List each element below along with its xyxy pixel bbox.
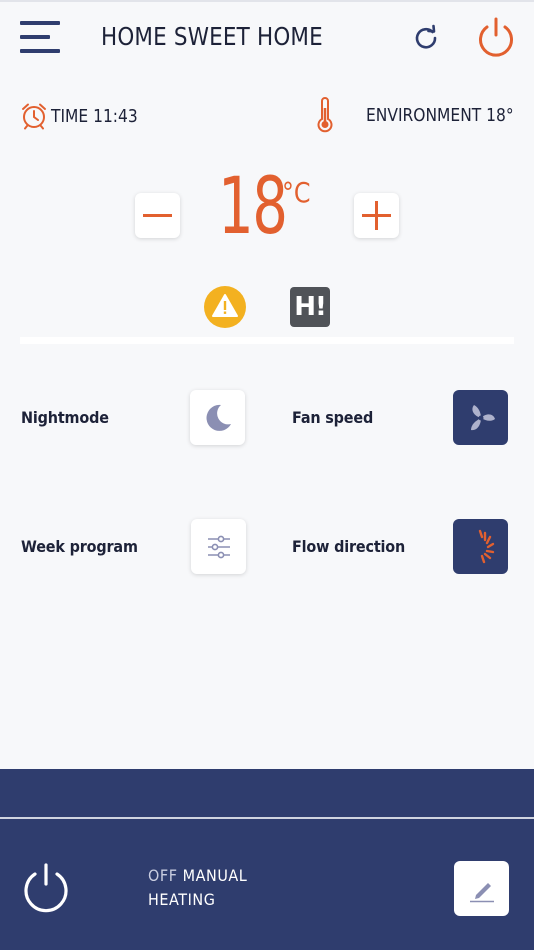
warning-icon[interactable]: [204, 286, 246, 328]
week-program-label: Week program: [21, 537, 138, 556]
fan-speed-label: Fan speed: [292, 408, 374, 427]
footer-panel: OFF MANUAL HEATING: [0, 769, 534, 950]
temperature-unit: °C: [282, 176, 311, 209]
decrease-temperature-button[interactable]: [135, 193, 180, 238]
menu-button[interactable]: [20, 21, 60, 53]
status-mode: MANUAL: [182, 866, 248, 885]
page-title: HOME SWEET HOME: [101, 22, 323, 51]
flow-direction-button[interactable]: [453, 519, 508, 574]
time-display: TIME 11:43: [20, 100, 152, 132]
nightmode-label: Nightmode: [21, 408, 109, 427]
moon-icon: [206, 404, 231, 431]
temperature-setpoint: 18: [218, 162, 288, 252]
edit-button[interactable]: [454, 861, 509, 916]
sliders-icon: [207, 535, 230, 558]
top-border: [0, 0, 534, 2]
week-program-button[interactable]: [191, 519, 246, 574]
hi-badge-label: H!: [294, 292, 327, 322]
refresh-icon: [415, 24, 437, 49]
time-value: 11:43: [93, 105, 138, 127]
nightmode-button[interactable]: [190, 390, 245, 445]
status-function: HEATING: [148, 890, 216, 909]
section-divider: [20, 337, 514, 344]
high-alert-badge[interactable]: H!: [290, 287, 330, 327]
pencil-icon: [469, 882, 494, 902]
power-toggle-button[interactable]: [475, 16, 517, 58]
increase-temperature-button[interactable]: [354, 193, 399, 238]
airflow-icon: [478, 529, 494, 563]
footer-divider: [0, 817, 534, 819]
thermometer-icon: [317, 97, 333, 133]
refresh-button[interactable]: [410, 22, 442, 54]
status-line-1: OFF MANUAL: [148, 866, 247, 885]
power-icon: [24, 863, 68, 913]
time-label: TIME: [51, 105, 89, 127]
environment-label: ENVIRONMENT: [366, 104, 482, 126]
environment-display: ENVIRONMENT 18°: [314, 97, 514, 133]
status-off: OFF: [148, 866, 178, 885]
footer-power-button[interactable]: [20, 861, 72, 913]
fan-icon: [470, 404, 495, 430]
power-icon: [479, 17, 513, 57]
alarm-clock-icon: [22, 103, 46, 130]
hamburger-menu-icon: [20, 21, 60, 25]
environment-value: 18°: [486, 104, 514, 126]
flow-direction-label: Flow direction: [292, 537, 406, 556]
fan-speed-button[interactable]: [453, 390, 508, 445]
